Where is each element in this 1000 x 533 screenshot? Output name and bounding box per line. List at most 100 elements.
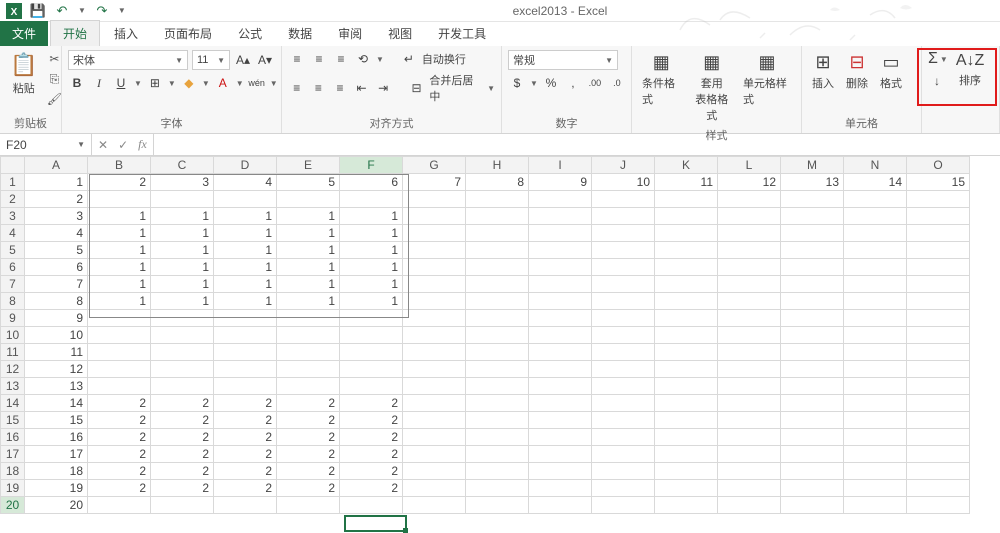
paste-button[interactable]: 📋 粘贴 — [6, 50, 41, 98]
cell[interactable]: 2 — [340, 395, 403, 412]
cell[interactable]: 1 — [277, 225, 340, 242]
cell[interactable] — [844, 310, 907, 327]
cell[interactable] — [718, 208, 781, 225]
row-header[interactable]: 10 — [1, 327, 25, 344]
tab-review[interactable]: 审阅 — [326, 21, 374, 46]
cell[interactable] — [151, 344, 214, 361]
copy-icon[interactable]: ⎘ — [45, 70, 63, 88]
delete-cells-button[interactable]: ⊟ 删除 — [842, 50, 872, 93]
col-header-K[interactable]: K — [655, 157, 718, 174]
cell[interactable] — [592, 191, 655, 208]
cell[interactable] — [655, 429, 718, 446]
cell[interactable] — [466, 276, 529, 293]
wrap-text-button[interactable]: 自动换行 — [422, 51, 466, 67]
cell[interactable] — [403, 429, 466, 446]
qat-customize[interactable]: ▼ — [118, 6, 126, 15]
cell[interactable] — [907, 225, 970, 242]
cell[interactable] — [151, 310, 214, 327]
cell[interactable]: 8 — [25, 293, 88, 310]
italic-button[interactable]: I — [90, 74, 108, 92]
cell[interactable]: 2 — [88, 395, 151, 412]
cell[interactable]: 1 — [88, 242, 151, 259]
row-header[interactable]: 16 — [1, 429, 25, 446]
cell[interactable] — [529, 412, 592, 429]
cell[interactable] — [529, 225, 592, 242]
cell[interactable] — [403, 208, 466, 225]
cell[interactable] — [655, 497, 718, 514]
cell[interactable] — [466, 429, 529, 446]
cell[interactable] — [466, 378, 529, 395]
cell[interactable] — [340, 361, 403, 378]
cell[interactable]: 13 — [25, 378, 88, 395]
cell[interactable]: 7 — [403, 174, 466, 191]
col-header-F[interactable]: F — [340, 157, 403, 174]
cell[interactable] — [529, 242, 592, 259]
cell[interactable]: 1 — [340, 208, 403, 225]
cell[interactable] — [718, 378, 781, 395]
undo-dropdown[interactable]: ▼ — [78, 6, 86, 15]
decrease-font-icon[interactable]: A▾ — [256, 51, 274, 69]
cell[interactable]: 13 — [781, 174, 844, 191]
cell[interactable]: 1 — [88, 208, 151, 225]
cell[interactable] — [844, 259, 907, 276]
row-header[interactable]: 8 — [1, 293, 25, 310]
tab-insert[interactable]: 插入 — [102, 21, 150, 46]
cell[interactable] — [592, 225, 655, 242]
cell[interactable] — [781, 395, 844, 412]
cell[interactable] — [88, 361, 151, 378]
cell[interactable]: 2 — [151, 480, 214, 497]
cell[interactable] — [529, 191, 592, 208]
cell[interactable] — [907, 259, 970, 276]
cell[interactable] — [151, 497, 214, 514]
cell[interactable] — [151, 191, 214, 208]
align-right-icon[interactable]: ≡ — [331, 79, 349, 97]
cell[interactable] — [466, 395, 529, 412]
tab-page-layout[interactable]: 页面布局 — [152, 21, 224, 46]
row-header[interactable]: 7 — [1, 276, 25, 293]
cell[interactable]: 12 — [25, 361, 88, 378]
border-button[interactable]: ⊞ — [146, 74, 164, 92]
cell[interactable] — [907, 242, 970, 259]
cell[interactable] — [151, 361, 214, 378]
cell[interactable]: 11 — [25, 344, 88, 361]
cell[interactable] — [718, 225, 781, 242]
cell[interactable]: 2 — [151, 446, 214, 463]
cell[interactable] — [466, 310, 529, 327]
cell[interactable]: 1 — [277, 259, 340, 276]
cell[interactable] — [718, 412, 781, 429]
row-header[interactable]: 6 — [1, 259, 25, 276]
cell[interactable] — [403, 259, 466, 276]
cell[interactable] — [718, 480, 781, 497]
cell[interactable]: 1 — [25, 174, 88, 191]
increase-font-icon[interactable]: A▴ — [234, 51, 252, 69]
cell[interactable]: 14 — [25, 395, 88, 412]
cell[interactable]: 19 — [25, 480, 88, 497]
cell[interactable]: 1 — [151, 242, 214, 259]
col-header-L[interactable]: L — [718, 157, 781, 174]
cell[interactable] — [781, 259, 844, 276]
cell[interactable] — [466, 497, 529, 514]
tab-view[interactable]: 视图 — [376, 21, 424, 46]
cell[interactable] — [529, 259, 592, 276]
tab-developer[interactable]: 开发工具 — [426, 21, 498, 46]
cell[interactable] — [403, 242, 466, 259]
cell[interactable] — [403, 463, 466, 480]
row-header[interactable]: 3 — [1, 208, 25, 225]
cell[interactable] — [214, 327, 277, 344]
cell[interactable] — [655, 412, 718, 429]
cell[interactable]: 2 — [88, 446, 151, 463]
cell[interactable]: 9 — [25, 310, 88, 327]
cell[interactable] — [466, 259, 529, 276]
cell[interactable]: 1 — [88, 276, 151, 293]
col-header-I[interactable]: I — [529, 157, 592, 174]
cell[interactable] — [466, 327, 529, 344]
row-header[interactable]: 2 — [1, 191, 25, 208]
cell[interactable]: 2 — [214, 395, 277, 412]
cell[interactable] — [88, 378, 151, 395]
cell[interactable] — [718, 429, 781, 446]
cell[interactable] — [529, 361, 592, 378]
cell[interactable]: 2 — [277, 412, 340, 429]
cell[interactable] — [403, 446, 466, 463]
cell[interactable] — [277, 344, 340, 361]
cell[interactable] — [529, 497, 592, 514]
